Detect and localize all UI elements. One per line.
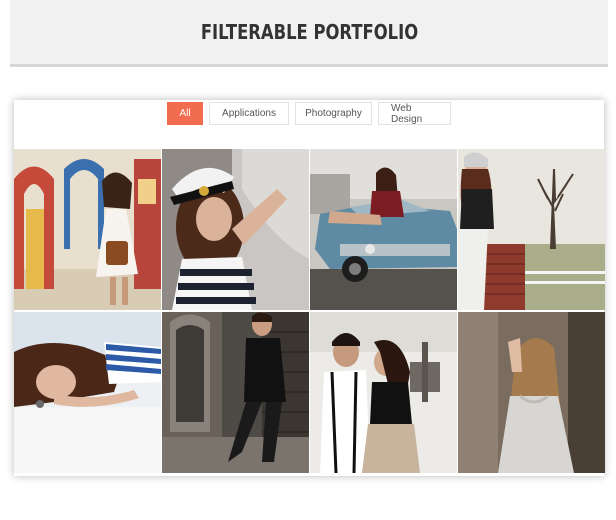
woman-on-vintage-car-photo xyxy=(310,149,457,310)
portfolio-item-2[interactable] xyxy=(162,149,309,310)
filter-all-button[interactable]: All xyxy=(167,102,203,125)
woman-by-brick-wall-photo xyxy=(458,149,605,310)
portfolio-item-8[interactable] xyxy=(458,312,605,473)
portfolio-item-3[interactable] xyxy=(310,149,457,310)
man-black-shirt-leaning-photo xyxy=(162,312,309,473)
portfolio-item-4[interactable] xyxy=(458,149,605,310)
woman-lying-striped-top-photo xyxy=(14,312,161,473)
portfolio-item-5[interactable] xyxy=(14,312,161,473)
portfolio-grid xyxy=(14,149,605,473)
filter-web-design-button[interactable]: Web Design xyxy=(378,102,451,125)
filter-photography-button[interactable]: Photography xyxy=(295,102,372,125)
filter-applications-button[interactable]: Applications xyxy=(209,102,289,125)
woman-grey-sweater-photo xyxy=(458,312,605,473)
woman-sailor-hat-photo xyxy=(162,149,309,310)
portfolio-item-7[interactable] xyxy=(310,312,457,473)
woman-carnival-handbag-photo xyxy=(14,149,161,310)
page-title: FILTERABLE PORTFOLIO xyxy=(200,20,418,44)
filter-bar: All Applications Photography Web Design xyxy=(14,102,604,125)
couple-embracing-photo xyxy=(310,312,457,473)
portfolio-panel: All Applications Photography Web Design xyxy=(14,100,605,476)
portfolio-item-1[interactable] xyxy=(14,149,161,310)
page-header: FILTERABLE PORTFOLIO xyxy=(10,0,608,67)
portfolio-item-6[interactable] xyxy=(162,312,309,473)
